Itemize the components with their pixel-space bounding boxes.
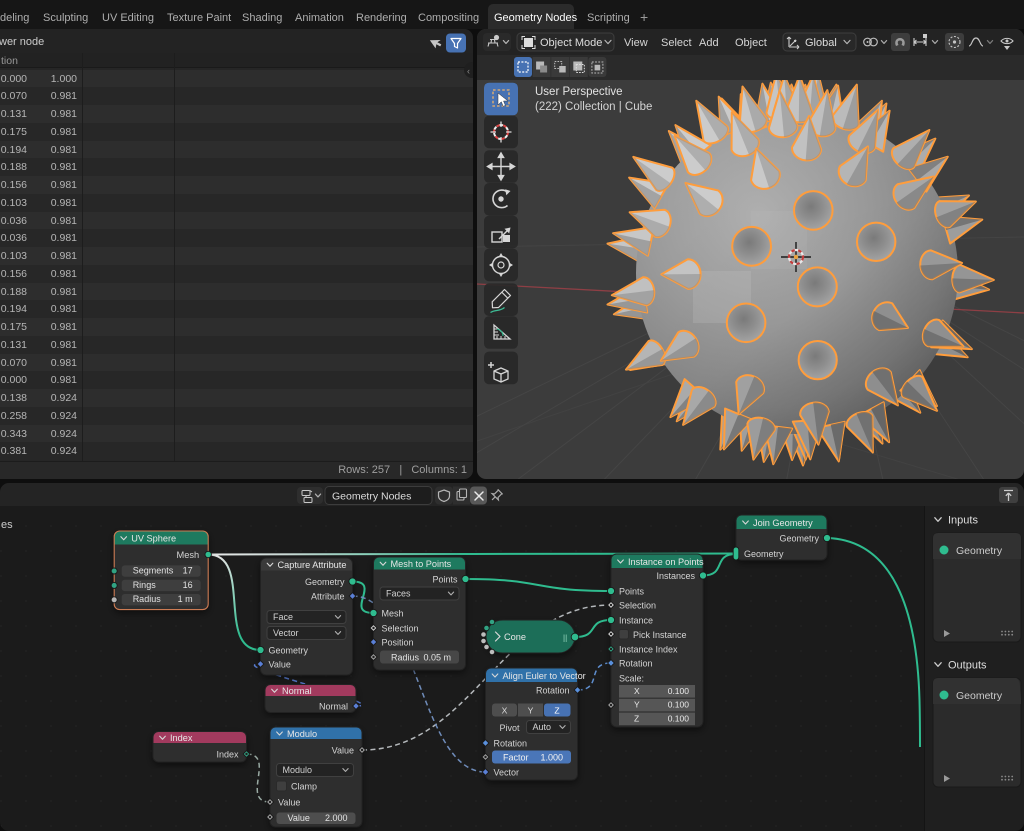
svg-text:es: es (1, 519, 13, 531)
svg-text:Value: Value (332, 745, 354, 755)
svg-text:Value: Value (288, 813, 310, 823)
svg-text:Mesh: Mesh (176, 550, 199, 560)
svg-text:Auto: Auto (533, 722, 552, 732)
svg-text:Points: Points (619, 586, 645, 596)
svg-text:0.100: 0.100 (668, 713, 690, 723)
svg-text:Attribute: Attribute (311, 591, 345, 601)
svg-text:2.000: 2.000 (325, 813, 348, 823)
svg-text:Cone: Cone (504, 632, 526, 642)
svg-text:Pick Instance: Pick Instance (633, 630, 687, 640)
svg-text:Selection: Selection (619, 600, 656, 610)
svg-text:Geometry: Geometry (779, 533, 819, 543)
svg-text:Radius: Radius (391, 652, 420, 662)
svg-text:Instance on Points: Instance on Points (628, 557, 704, 567)
svg-text:Global: Global (805, 37, 837, 49)
svg-text:Geometry: Geometry (269, 645, 309, 655)
svg-text:Normal: Normal (282, 686, 312, 696)
svg-text:Rotation: Rotation (494, 738, 528, 748)
svg-text:Capture Attribute: Capture Attribute (278, 560, 347, 570)
svg-text:Rings: Rings (133, 580, 157, 590)
svg-text:Segments: Segments (133, 566, 174, 576)
svg-text:1 m: 1 m (178, 594, 193, 604)
svg-text:Modulo: Modulo (287, 729, 317, 739)
svg-text:Face: Face (273, 612, 293, 622)
svg-text:16: 16 (183, 580, 193, 590)
svg-text:Scale:: Scale: (619, 673, 644, 683)
svg-text:Geometry: Geometry (305, 577, 345, 587)
svg-text:0.100: 0.100 (668, 700, 690, 710)
svg-text:UV Sphere: UV Sphere (131, 534, 176, 544)
svg-text:||: || (563, 634, 567, 643)
svg-text:Points: Points (432, 574, 458, 584)
svg-text:17: 17 (183, 566, 193, 576)
svg-text:Position: Position (382, 637, 414, 647)
svg-text:Radius: Radius (133, 594, 162, 604)
svg-text:Vector: Vector (494, 767, 520, 777)
svg-text:Value: Value (278, 797, 300, 807)
svg-text:Geometry: Geometry (956, 690, 1003, 702)
svg-text:Inputs: Inputs (948, 515, 978, 527)
svg-text:Select: Select (661, 37, 692, 49)
svg-text:View: View (624, 37, 648, 49)
svg-text:Join Geometry: Join Geometry (753, 518, 813, 528)
svg-text:Object Mode: Object Mode (540, 37, 602, 49)
svg-text:Geometry Nodes: Geometry Nodes (332, 491, 411, 503)
svg-text:Add: Add (699, 37, 719, 49)
svg-text:Normal: Normal (319, 701, 348, 711)
svg-text:Mesh: Mesh (382, 608, 404, 618)
svg-text:Rotation: Rotation (536, 685, 570, 695)
svg-text:X: X (502, 705, 508, 715)
svg-text:Index: Index (170, 733, 193, 743)
svg-text:Z: Z (634, 713, 639, 723)
svg-text:0.05 m: 0.05 m (423, 652, 451, 662)
svg-text:Z: Z (554, 705, 559, 715)
svg-text:Rotation: Rotation (619, 658, 653, 668)
svg-text:1.000: 1.000 (540, 752, 563, 762)
svg-text:Geometry: Geometry (956, 545, 1003, 557)
svg-text:Y: Y (528, 705, 534, 715)
svg-text:Clamp: Clamp (291, 781, 317, 791)
svg-text:Object: Object (735, 37, 767, 49)
svg-text:Mesh to Points: Mesh to Points (391, 559, 452, 569)
svg-text:(222) Collection | Cube: (222) Collection | Cube (535, 101, 652, 113)
svg-text:Vector: Vector (273, 628, 299, 638)
svg-text:User Perspective: User Perspective (535, 86, 623, 98)
svg-text:Index: Index (216, 749, 239, 759)
svg-text:Instance Index: Instance Index (619, 644, 678, 654)
svg-text:Pivot: Pivot (500, 723, 521, 733)
svg-text:Align Euler to Vector: Align Euler to Vector (503, 671, 586, 681)
svg-text:Value: Value (269, 659, 291, 669)
svg-text:Modulo: Modulo (283, 765, 313, 775)
svg-text:Selection: Selection (382, 623, 419, 633)
svg-text:Factor: Factor (503, 752, 529, 762)
svg-text:Instances: Instances (656, 571, 695, 581)
svg-text:Y: Y (634, 700, 640, 710)
svg-text:Outputs: Outputs (948, 660, 987, 672)
svg-text:Geometry: Geometry (744, 549, 784, 559)
svg-text:Faces: Faces (386, 588, 411, 598)
svg-text:Instance: Instance (619, 615, 653, 625)
